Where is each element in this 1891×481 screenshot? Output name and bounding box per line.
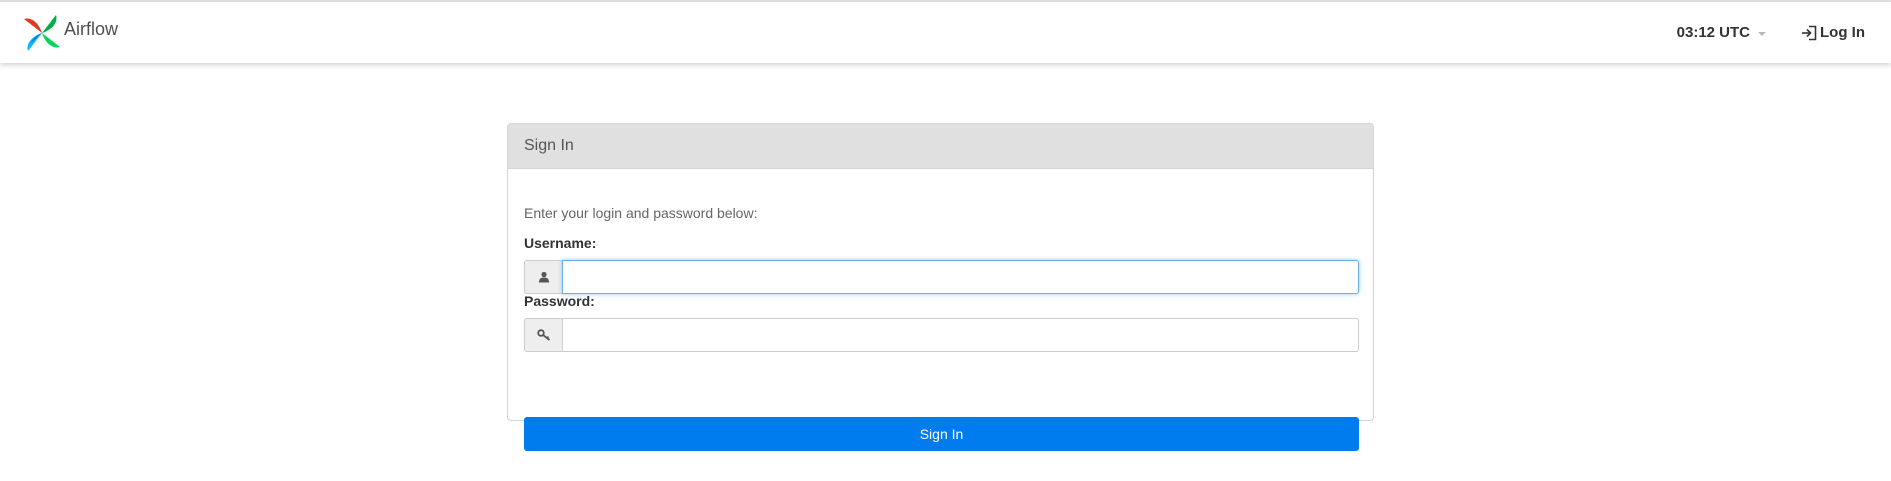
navbar: Airflow 03:12 UTC Log In xyxy=(0,2,1891,63)
login-link[interactable]: Log In xyxy=(1800,24,1865,42)
panel-title: Sign In xyxy=(508,124,1373,169)
password-label: Password: xyxy=(524,293,595,309)
utc-clock[interactable]: 03:12 UTC xyxy=(1677,24,1766,41)
password-input-group xyxy=(524,318,1359,352)
navbar-right: 03:12 UTC Log In xyxy=(1677,2,1891,63)
key-icon xyxy=(524,318,562,352)
username-input-group xyxy=(524,260,1359,294)
brand-name: Airflow xyxy=(64,18,119,39)
sign-in-panel: Sign In Enter your login and password be… xyxy=(507,123,1374,451)
airflow-logo-icon xyxy=(24,15,60,51)
sign-in-button[interactable]: Sign In xyxy=(524,417,1359,451)
caret-down-icon xyxy=(1758,31,1766,36)
username-input[interactable] xyxy=(562,260,1359,294)
login-instruction: Enter your login and password below: xyxy=(524,205,758,221)
user-icon xyxy=(524,260,562,294)
username-label: Username: xyxy=(524,235,597,251)
password-input[interactable] xyxy=(562,318,1359,352)
login-label: Log In xyxy=(1820,24,1865,41)
clock-time: 03:12 UTC xyxy=(1676,24,1750,41)
sign-in-icon xyxy=(1802,25,1817,40)
brand-link[interactable]: Airflow xyxy=(22,13,118,53)
